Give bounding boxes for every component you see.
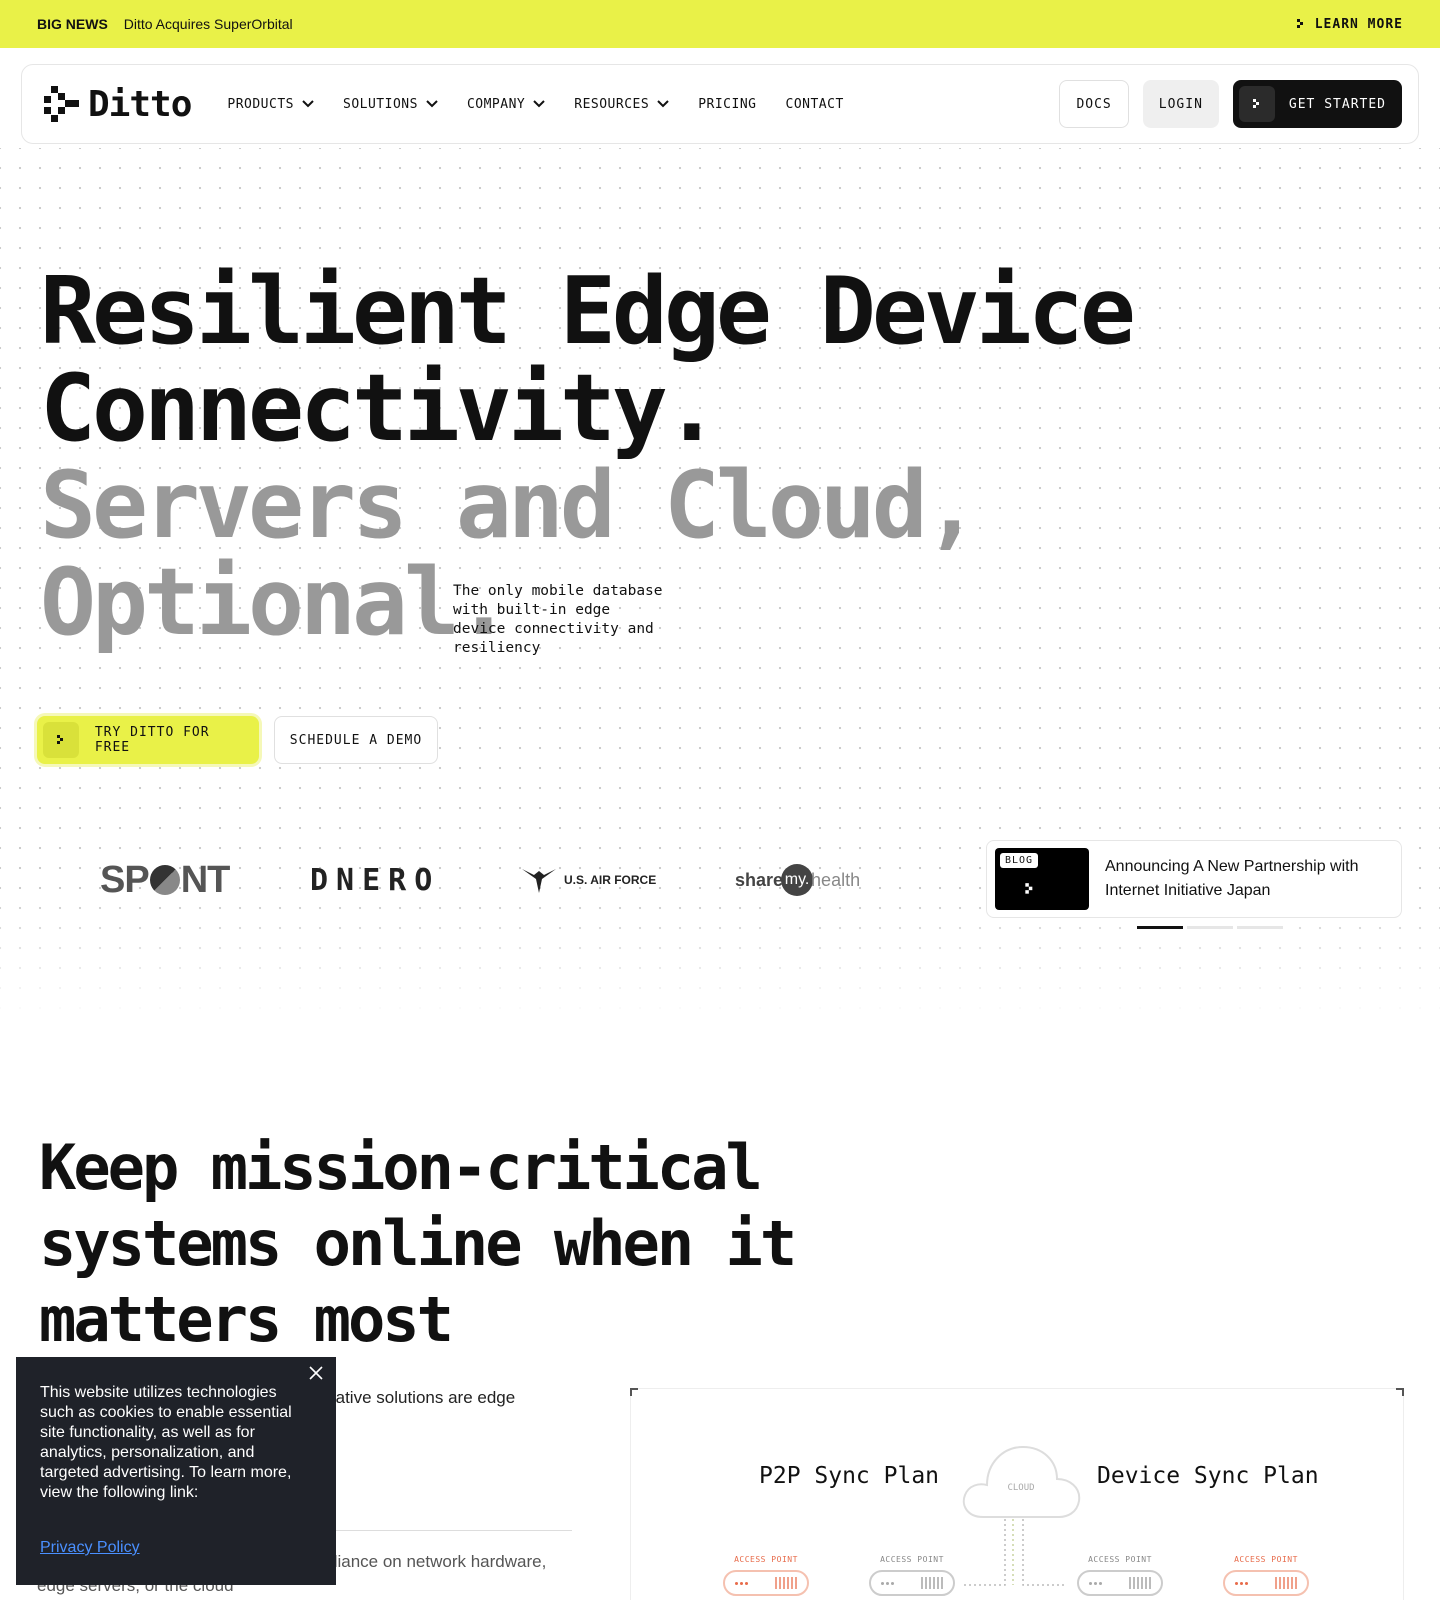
spont-logo-circle [149,865,180,895]
blog-badge: BLOG [1000,853,1039,868]
hero-title-line-1: Resilient Edge Device [40,257,1136,365]
carousel-dot[interactable] [1137,926,1183,929]
air-force-wings-icon [522,869,556,893]
sync-plan-diagram: P2P Sync Plan Device Sync Plan CLOUD ACC… [630,1388,1404,1600]
access-point-pill [869,1570,955,1596]
ditto-mark-icon [1025,883,1033,894]
access-point-pill [723,1570,809,1596]
spont-logo-text-a: SP [100,858,150,901]
learn-more-label: LEARN MORE [1314,16,1403,32]
spont-logo: SP NT [100,850,231,910]
nav-item-pricing[interactable]: PRICING [698,97,756,112]
dnero-logo: DNERO [310,862,441,898]
access-point-label: ACCESS POINT [880,1555,944,1564]
try-free-label: TRY DITTO FOR FREE [94,725,210,755]
get-started-label: GET STARTED [1288,96,1386,112]
announcement-message[interactable]: Ditto Acquires SuperOrbital [124,16,293,32]
access-point-node: ACCESS POINT [1223,1555,1309,1596]
access-point-node: ACCESS POINT [1077,1555,1163,1596]
access-point-label: ACCESS POINT [734,1555,798,1564]
nav-item-company[interactable]: COMPANY [467,97,545,112]
nav-item-label: RESOURCES [574,96,650,112]
nav-item-label: COMPANY [466,96,526,112]
nav-item-label: PRICING [698,96,757,112]
close-icon[interactable] [306,1363,326,1383]
cookie-text: This website utilizes technologies such … [40,1384,292,1501]
sharemy-text-a: share [735,869,784,890]
login-button[interactable]: LOGIN [1142,80,1219,128]
privacy-policy-link[interactable]: Privacy Policy [40,1539,140,1557]
schedule-demo-button[interactable]: SCHEDULE A DEMO [274,716,438,764]
ditto-mark-icon [1296,19,1303,28]
ditto-logo-icon [44,86,79,122]
nav-menu: PRODUCTS SOLUTIONS COMPANY RESOURCES PRI… [227,97,843,112]
try-free-button[interactable]: TRY DITTO FOR FREE [37,716,259,764]
access-point-pill [1223,1570,1309,1596]
hero-title-line-4: Optional. [40,548,512,656]
access-point-node: ACCESS POINT [869,1555,955,1596]
nav-item-contact[interactable]: CONTACT [786,97,844,112]
nav-actions: DOCS LOGIN GET STARTED [1059,80,1402,128]
access-point-label: ACCESS POINT [1234,1555,1298,1564]
docs-button[interactable]: DOCS [1059,80,1129,128]
nav-item-label: CONTACT [785,96,844,112]
carousel-dot[interactable] [1237,926,1283,929]
ditto-mark-icon [1238,86,1275,122]
us-air-force-logo: U.S. AIR FORCE [522,850,656,910]
announcement-bar: BIG NEWS Ditto Acquires SuperOrbital LEA… [0,0,1440,48]
carousel-dot[interactable] [1187,926,1233,929]
nav-item-solutions[interactable]: SOLUTIONS [343,97,438,112]
spont-logo-text-b: NT [180,858,231,901]
blog-thumbnail: BLOG [995,848,1089,910]
logo-wordmark: Ditto [88,83,192,125]
access-point-label: ACCESS POINT [1088,1555,1152,1564]
nav-item-label: SOLUTIONS [343,96,418,112]
sharemy-text-b: my. [781,864,814,896]
nav-item-products[interactable]: PRODUCTS [227,97,314,112]
blog-title: Announcing A New Partnership with Intern… [1105,858,1359,899]
chevron-down-icon [302,100,314,108]
cookie-banner: This website utilizes technologies such … [16,1357,336,1585]
main-nav: Ditto PRODUCTS SOLUTIONS COMPANY RESOURC… [21,64,1419,144]
chevron-down-icon [533,100,545,108]
air-force-text: U.S. AIR FORCE [564,873,657,887]
nav-item-resources[interactable]: RESOURCES [574,97,669,112]
hero-subtitle: The only mobile database with built-in e… [453,583,663,656]
chevron-down-icon [426,100,438,108]
sharemyhealth-logo: share my. health [735,850,860,910]
nav-item-label: PRODUCTS [227,96,294,112]
blog-announcement-card[interactable]: BLOG Announcing A New Partnership with I… [986,840,1402,918]
announcement-tag: BIG NEWS [37,16,108,32]
ditto-logo[interactable]: Ditto [44,83,192,125]
chevron-down-icon [657,100,669,108]
hero-title-line-3: Servers and Cloud, [40,451,980,559]
hero-title-line-2: Connectivity. [40,354,720,462]
ditto-mark-icon [43,722,79,758]
carousel-indicators [1137,926,1283,929]
sharemy-text-c: health [811,869,861,890]
section-title: Keep mission-critical systems online whe… [39,1131,797,1356]
access-point-pill [1077,1570,1163,1596]
get-started-button[interactable]: GET STARTED [1232,80,1402,128]
access-point-node: ACCESS POINT [723,1555,809,1596]
learn-more-link[interactable]: LEARN MORE [1295,17,1403,32]
